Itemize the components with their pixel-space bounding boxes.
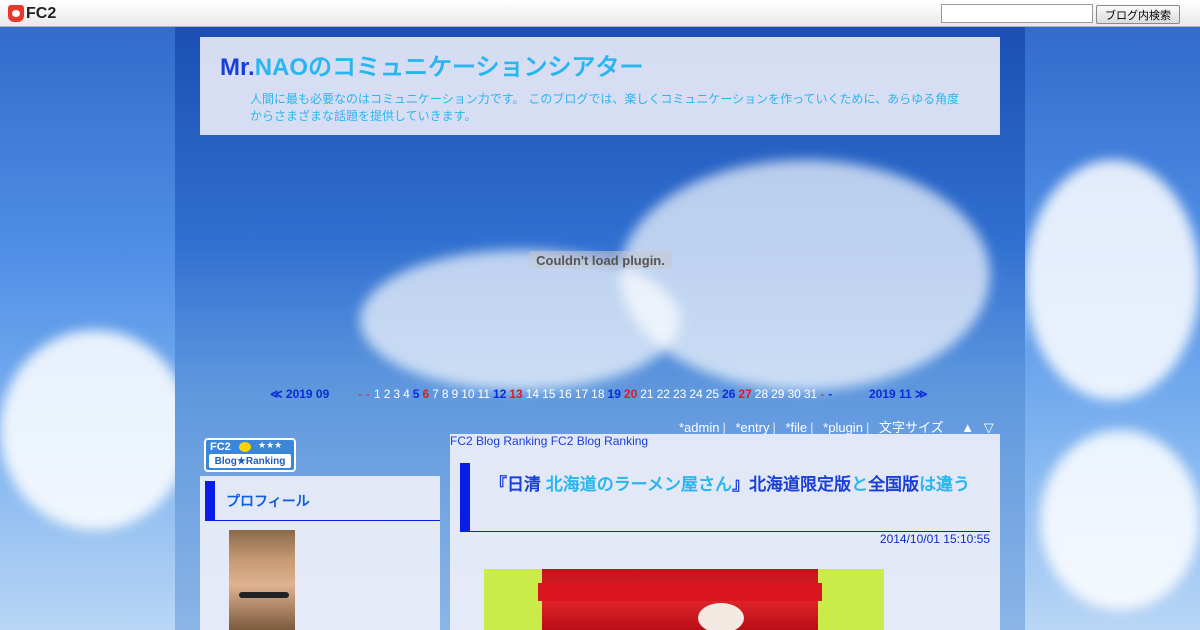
- entry-title-part: 『日清: [490, 475, 546, 494]
- entry-title-part: と: [851, 475, 869, 494]
- entry-title-part: 全国版: [868, 475, 920, 494]
- blog-title-main: NAOのコミュニケーションシアター: [254, 54, 644, 81]
- calendar-day[interactable]: 17: [575, 387, 588, 401]
- fc2-logo-text: FC2: [26, 4, 57, 22]
- calendar-nav: ≪ 2019 09 - -1 2 3 4 5 6 7 8 9 10 11 12 13 14 15 16 17 18 1…: [270, 387, 970, 403]
- calendar-day[interactable]: -: [366, 387, 370, 401]
- entry-title[interactable]: 『日清 北海道のラーメン屋さん』北海道限定版と全国版は違う: [490, 473, 975, 497]
- cloud-decoration: [620, 160, 990, 390]
- calendar-day[interactable]: 3: [393, 387, 400, 401]
- entry-title-part: は違う: [919, 475, 971, 494]
- file-link[interactable]: *file: [785, 420, 807, 435]
- plugin-error-message: Couldn't load plugin.: [529, 251, 672, 269]
- font-size-label: 文字サイズ: [878, 420, 944, 435]
- entry-date: 2014/10/01 15:10:55: [879, 532, 990, 546]
- blog-title[interactable]: Mr.NAOのコミュニケーションシアター: [220, 47, 644, 82]
- separator: |: [810, 420, 814, 435]
- fc2-logo[interactable]: FC2: [8, 4, 56, 23]
- calendar-day[interactable]: 10: [461, 387, 474, 401]
- font-size-down-icon[interactable]: ▽: [984, 420, 994, 435]
- calendar-day[interactable]: 21: [640, 387, 653, 401]
- profile-avatar: [229, 530, 295, 630]
- ramen-package: [538, 569, 822, 630]
- calendar-day[interactable]: 22: [657, 387, 670, 401]
- calendar-day[interactable]: -: [358, 387, 362, 401]
- calendar-day[interactable]: 18: [591, 387, 604, 401]
- blog-title-prefix: Mr.: [220, 54, 255, 81]
- ranking-badge-top: FC2: [210, 441, 231, 453]
- calendar-day[interactable]: 12: [493, 387, 506, 401]
- calendar-day[interactable]: 4: [403, 387, 410, 401]
- calendar-day[interactable]: 13: [509, 387, 522, 401]
- calendar-day[interactable]: 5: [413, 387, 420, 401]
- entry-image[interactable]: [484, 569, 884, 630]
- calendar-next-month[interactable]: 2019 11 ≫: [869, 387, 928, 401]
- separator: |: [865, 420, 870, 435]
- ranking-stars: ★★★: [258, 441, 283, 451]
- separator: |: [722, 420, 726, 435]
- font-size-up-icon[interactable]: ▲: [961, 420, 974, 435]
- cloud-decoration: [1040, 430, 1200, 610]
- cloud-decoration: [1025, 160, 1200, 400]
- package-logo: [698, 603, 744, 630]
- fc2-blog-ranking-badge[interactable]: FC2 ★★★ Blog★Ranking: [204, 438, 296, 472]
- calendar-day[interactable]: 28: [755, 387, 768, 401]
- entry-title-part: 』: [732, 475, 750, 494]
- calendar-day[interactable]: 2: [384, 387, 391, 401]
- entry-title-box: 『日清 北海道のラーメン屋さん』北海道限定版と全国版は違う: [460, 463, 990, 532]
- calendar-days: - -1 2 3 4 5 6 7 8 9 10 11 12 13 14 15 16 17 18 19 20 21 22 23 2…: [358, 387, 835, 401]
- calendar-day[interactable]: 11: [478, 387, 490, 401]
- calendar-day[interactable]: 16: [558, 387, 571, 401]
- calendar-day[interactable]: 29: [771, 387, 784, 401]
- profile-heading: プロフィール: [205, 481, 440, 521]
- calendar-day[interactable]: 20: [624, 387, 637, 401]
- calendar-day[interactable]: 14: [526, 387, 539, 401]
- calendar-day[interactable]: -: [828, 387, 832, 401]
- calendar-prev-month[interactable]: ≪ 2019 09: [270, 387, 329, 401]
- calendar-day[interactable]: 31: [804, 387, 817, 401]
- calendar-day[interactable]: 26: [722, 387, 735, 401]
- blog-search-button[interactable]: ブログ内検索: [1096, 5, 1180, 24]
- sidebar: プロフィール: [200, 476, 440, 630]
- calendar-day[interactable]: 19: [608, 387, 621, 401]
- chick-icon: [239, 442, 251, 452]
- calendar-day[interactable]: 1: [374, 387, 381, 401]
- fc2-ranking-links[interactable]: FC2 Blog Ranking FC2 Blog Ranking: [450, 434, 648, 448]
- blog-search-input[interactable]: [941, 4, 1093, 23]
- admin-links: *admin | *entry | *file | *plugin | 文字サイズ ▲ …: [679, 417, 997, 435]
- admin-link[interactable]: *admin: [679, 420, 719, 435]
- entry-title-part: 北海道限定版: [749, 475, 852, 494]
- calendar-day[interactable]: 7: [432, 387, 439, 401]
- calendar-day[interactable]: 30: [787, 387, 800, 401]
- calendar-day[interactable]: 25: [706, 387, 719, 401]
- entry-title-part: 北海道のラーメン屋さん: [545, 475, 733, 494]
- calendar-day[interactable]: -: [820, 387, 824, 401]
- blog-header: Mr.NAOのコミュニケーションシアター 人間に最も必要なのはコミュニケーション…: [200, 37, 1000, 135]
- ranking-badge-label: Blog★Ranking: [209, 454, 291, 468]
- blog-description: 人間に最も必要なのはコミュニケーション力です。 このブログでは、楽しくコミュニケ…: [250, 92, 960, 123]
- calendar-day[interactable]: 27: [738, 387, 751, 401]
- entry-link[interactable]: *entry: [735, 420, 769, 435]
- main-content: FC2 Blog Ranking FC2 Blog Ranking 『日清 北海…: [450, 434, 1000, 630]
- calendar-day[interactable]: 9: [452, 387, 459, 401]
- separator: |: [772, 420, 776, 435]
- fc2-header-bar: FC2 ブログ内検索: [0, 0, 1200, 27]
- calendar-day[interactable]: 15: [542, 387, 555, 401]
- calendar-day[interactable]: 24: [689, 387, 702, 401]
- calendar-day[interactable]: 8: [442, 387, 449, 401]
- fc2-logo-icon: [8, 5, 24, 22]
- plugin-link[interactable]: *plugin: [823, 420, 863, 435]
- cloud-decoration: [0, 330, 190, 530]
- calendar-day[interactable]: 6: [422, 387, 429, 401]
- calendar-day[interactable]: 23: [673, 387, 686, 401]
